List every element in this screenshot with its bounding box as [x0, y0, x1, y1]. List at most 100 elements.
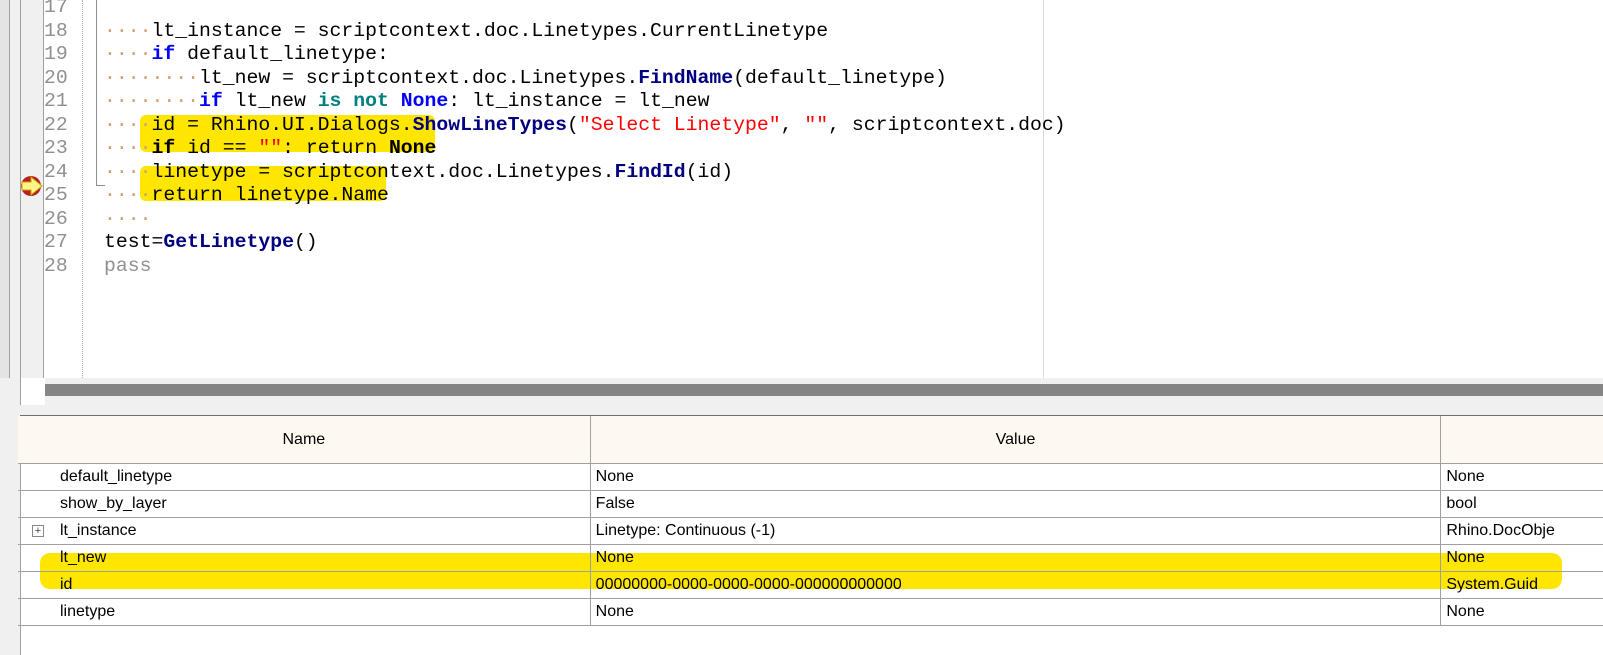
code-token: id = Rhino.UI.Dialogs. [151, 113, 413, 136]
code-token: is not [317, 90, 389, 112]
variable-name-text: show_by_layer [60, 495, 167, 512]
indent-guide: ···· [104, 19, 152, 42]
code-token: , [780, 113, 805, 136]
variable-name: show_by_layer [18, 490, 591, 518]
code-line[interactable]: ····lt_instance = scriptcontext.doc.Line… [104, 20, 828, 44]
code-token: id == [175, 137, 259, 159]
code-line[interactable]: ····if default_linetype: [104, 43, 389, 67]
variable-name: + lt_instance [18, 517, 591, 545]
line-number: 24 [44, 160, 68, 183]
code-token: lt_new = scriptcontext.doc.Linetypes. [198, 66, 639, 89]
code-token: return linetype.Name [151, 184, 389, 206]
splitter[interactable] [20, 405, 1603, 416]
variable-name-text: lt_instance [60, 522, 137, 539]
variable-name: lt_new [18, 544, 591, 572]
line-number: 23 [44, 137, 68, 159]
code-token: if [151, 43, 176, 65]
code-token: (default_linetype) [733, 66, 947, 89]
variable-type: System.Guid [1440, 571, 1603, 599]
column-header-name[interactable]: Name [18, 416, 591, 464]
variable-value: None [590, 463, 1442, 491]
variable-row[interactable]: linetype None None [18, 598, 1603, 626]
variables-table: Name Value default_linetype None None sho… [18, 416, 1603, 626]
code-token: lt_new [222, 90, 318, 112]
line-number: 22 [44, 113, 68, 136]
variable-type: bool [1440, 490, 1603, 518]
variable-name-text: linetype [60, 603, 116, 620]
current-line-arrow-icon [21, 175, 43, 197]
variable-row[interactable]: default_linetype None None [18, 463, 1603, 491]
line-number: 17 [44, 0, 68, 18]
code-token: FindId [614, 160, 686, 183]
variable-type: None [1440, 463, 1603, 491]
code-token: FindName [638, 66, 734, 89]
line-number: 27 [44, 231, 68, 253]
code-token: if [151, 137, 176, 159]
code-line[interactable]: test=GetLinetype() [104, 231, 318, 255]
variable-value: False [590, 490, 1442, 518]
indent-guide: ···· [104, 160, 152, 183]
indent-guide: ···· [104, 113, 152, 136]
code-line[interactable]: ····return linetype.Name [104, 184, 389, 208]
variable-name-text: default_linetype [60, 468, 173, 485]
code-token: "" [804, 113, 829, 136]
column-header-value[interactable]: Value [590, 416, 1442, 464]
code-token: linetype = scriptcontext.doc.Linetypes. [151, 160, 615, 183]
code-token: : lt_instance = lt_new [448, 90, 710, 112]
variable-value: Linetype: Continuous (-1) [590, 517, 1442, 545]
code-token: pass [104, 254, 152, 277]
indent-guide: ···· [104, 184, 152, 206]
code-token: test= [104, 231, 164, 253]
line-number: 26 [44, 207, 68, 230]
code-token: "Select Linetype" [578, 113, 781, 136]
variable-row[interactable]: lt_new None None [18, 544, 1603, 572]
variable-name-text: id [60, 576, 73, 593]
indent-guide: ········ [104, 66, 199, 89]
code-token: ShowLineTypes [412, 113, 567, 136]
code-token: (id) [685, 160, 734, 183]
line-number: 21 [44, 90, 68, 112]
code-token: "" [258, 137, 283, 159]
line-number: 18 [44, 19, 68, 42]
code-line[interactable]: ········lt_new = scriptcontext.doc.Linet… [104, 67, 947, 91]
indent-guide: ···· [104, 207, 152, 230]
line-number: 28 [44, 254, 68, 277]
variable-type: None [1440, 544, 1603, 572]
variable-name: default_linetype [18, 463, 591, 491]
code-token: GetLinetype [163, 231, 294, 253]
variable-value: None [590, 598, 1442, 626]
code-token: ( [566, 113, 579, 136]
code-token: default_linetype: [175, 43, 389, 65]
variable-value: None [590, 544, 1442, 572]
variable-value: 00000000-0000-0000-0000-000000000000 [590, 571, 1442, 599]
editor-margin [0, 0, 10, 385]
variable-name: linetype [18, 598, 591, 626]
code-token: lt_instance = scriptcontext.doc.Linetype… [151, 19, 829, 42]
code-line[interactable]: ····linetype = scriptcontext.doc.Linetyp… [104, 161, 733, 185]
line-number: 20 [44, 66, 68, 89]
variable-row[interactable]: show_by_layer False bool [18, 490, 1603, 518]
variable-name-text: lt_new [60, 549, 107, 566]
code-token: () [293, 231, 318, 253]
expand-icon[interactable]: + [32, 525, 44, 537]
code-line[interactable]: ····id = Rhino.UI.Dialogs.ShowLineTypes(… [104, 114, 1066, 138]
code-line[interactable]: ····if id == "": return None [104, 137, 436, 161]
gutter-separator [82, 0, 83, 378]
variable-row[interactable]: id 00000000-0000-0000-0000-000000000000 … [18, 571, 1603, 599]
code-line[interactable]: ···· [104, 208, 151, 232]
indent-guide: ···· [104, 137, 152, 159]
indent-guide: ········ [104, 90, 199, 112]
code-token: : return [282, 137, 389, 159]
code-line[interactable]: ········if lt_new is not None: lt_instan… [104, 90, 709, 114]
code-token: None [388, 137, 437, 159]
scrollbar-thumb[interactable] [45, 384, 1603, 396]
code-token: None [400, 90, 449, 112]
variable-row[interactable]: + lt_instance Linetype: Continuous (-1) R… [18, 517, 1603, 545]
variable-type: Rhino.DocObje [1440, 517, 1603, 545]
code-line[interactable]: pass [104, 255, 151, 279]
code-token: if [198, 90, 223, 112]
variable-name: id [18, 571, 591, 599]
column-header-type[interactable] [1440, 416, 1603, 464]
edge-guide [1043, 0, 1044, 378]
